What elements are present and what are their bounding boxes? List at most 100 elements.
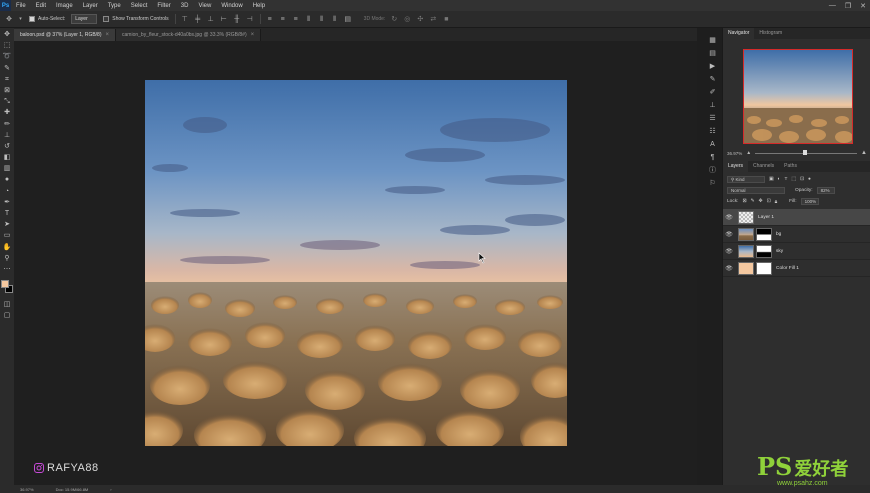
menu-image[interactable]: Image [51,3,78,9]
properties-icon[interactable]: ☷ [709,127,715,136]
distribute-top-icon[interactable]: ≡ [266,16,274,23]
lock-artboard-icon[interactable]: ⊡ [767,199,771,204]
distribute-right-icon[interactable]: ⦀ [331,16,339,23]
navigator-preview[interactable] [743,49,853,144]
3d-pan-icon[interactable]: ✣ [416,16,424,23]
filter-smart-object-icon[interactable]: ⊡ [800,177,804,182]
menu-edit[interactable]: Edit [31,3,51,9]
close-button[interactable]: ✕ [860,2,866,10]
tab-histogram[interactable]: Histogram [754,28,787,39]
frame-tool-icon[interactable]: ⊠ [2,86,12,96]
crop-tool-icon[interactable]: ⌗ [2,75,12,85]
type-tool-icon[interactable]: T [2,209,12,219]
filter-pixel-icon[interactable]: ▣ [769,177,774,182]
distribute-center-icon[interactable]: ≡ [279,16,287,23]
menu-filter[interactable]: Filter [152,3,175,9]
tab-camion[interactable]: camion_by_fleur_stock-d40a0bs.jpg @ 33.3… [116,29,262,41]
healing-brush-tool-icon[interactable]: ✚ [2,108,12,118]
layer-row-layer-1[interactable]: 👁︎ Layer 1 [723,209,870,226]
distribute-left-icon[interactable]: ⦀ [305,16,313,23]
brush-settings-icon[interactable]: ✎ [710,75,716,84]
document-canvas[interactable] [145,80,567,446]
chevron-down-icon[interactable]: ▾ [18,16,23,23]
eyedropper-tool-icon[interactable]: ⤡ [2,97,12,107]
paragraph-icon[interactable]: ¶ [711,153,715,162]
hand-tool-icon[interactable]: ✋ [2,243,12,253]
eraser-tool-icon[interactable]: ◧ [2,153,12,163]
brush-tool-icon[interactable]: ✏ [2,120,12,130]
zoom-out-icon[interactable]: ▲ [746,150,751,156]
auto-select-option[interactable]: Auto-Select: [29,16,65,22]
close-icon[interactable]: × [251,32,255,38]
history-brush-tool-icon[interactable]: ↺ [2,142,12,152]
filter-shape-icon[interactable]: ⬚ [791,177,796,182]
character-icon[interactable]: A [710,140,715,149]
menu-help[interactable]: Help [248,3,270,9]
tab-channels[interactable]: Channels [748,161,779,172]
move-tool-icon[interactable]: ✥ [5,16,13,23]
gradient-tool-icon[interactable]: ▥ [2,164,12,174]
3d-roll-icon[interactable]: ◎ [403,16,411,23]
lock-pixels-icon[interactable]: ✎ [751,199,755,204]
3d-rotate-icon[interactable]: ↻ [390,16,398,23]
auto-align-icon[interactable]: ▤ [344,16,352,23]
menu-layer[interactable]: Layer [78,3,103,9]
dodge-tool-icon[interactable]: ◔ [2,187,12,197]
zoom-tool-icon[interactable]: ⚲ [2,254,12,264]
visibility-eye-icon[interactable]: 👁︎ [723,265,735,272]
lock-transparent-icon[interactable]: ⊠ [742,199,746,204]
filter-type-icon[interactable]: T [784,177,787,182]
zoom-readout[interactable]: 36.97% [20,487,34,492]
lock-position-icon[interactable]: ✥ [759,199,763,204]
tab-layers[interactable]: Layers [723,161,749,172]
align-top-icon[interactable]: ⊤ [181,16,189,23]
menu-view[interactable]: View [193,3,216,9]
visibility-eye-icon[interactable]: 👁︎ [723,231,735,238]
navigator-zoom-value[interactable]: 36.97% [727,151,742,156]
layer-row-sky[interactable]: 👁︎ sky [723,243,870,260]
auto-select-target-dropdown[interactable]: Layer [71,14,98,24]
tab-paths[interactable]: Paths [779,161,802,172]
align-horizontal-center-icon[interactable]: ╫ [233,16,241,23]
show-transform-checkbox[interactable] [103,16,110,22]
move-tool-icon[interactable]: ✥ [2,30,12,40]
tab-navigator[interactable]: Navigator [723,28,755,39]
distribute-bottom-icon[interactable]: ≡ [292,16,300,23]
tab-baloon[interactable]: baloon.psd @ 37% (Layer 1, RGB/8) × [14,29,117,41]
clone-stamp-tool-icon[interactable]: ⊥ [2,131,12,141]
menu-type[interactable]: Type [103,3,126,9]
zoom-slider[interactable] [755,149,858,155]
marquee-tool-icon[interactable]: ⬚ [2,41,12,51]
menu-select[interactable]: Select [126,3,153,9]
clone-source-icon[interactable]: ⊥ [709,101,715,110]
quick-mask-icon[interactable]: ◫ [2,300,12,310]
show-transform-option[interactable]: Show Transform Controls [103,16,169,22]
lock-all-icon[interactable]: 🔒︎ [775,199,778,205]
actions-play-icon[interactable]: ▶ [710,62,715,71]
lasso-tool-icon[interactable]: ➰ [2,52,12,62]
layer-filter-dropdown[interactable]: ⚲ Kind [727,176,765,183]
align-vertical-center-icon[interactable]: ╪ [194,16,202,23]
pen-tool-icon[interactable]: ✒ [2,198,12,208]
path-selection-tool-icon[interactable]: ➤ [2,220,12,230]
zoom-slider-handle[interactable] [803,149,808,155]
visibility-eye-icon[interactable]: 👁︎ [723,214,735,221]
visibility-eye-icon[interactable]: 👁︎ [723,248,735,255]
layer-row-color-fill-1[interactable]: 👁︎ Color Fill 1 [723,260,870,277]
auto-select-checkbox[interactable] [29,16,35,22]
blend-mode-dropdown[interactable]: Normal [727,187,785,194]
filter-adjustment-icon[interactable]: ◐ [778,177,781,182]
rectangle-tool-icon[interactable]: ▭ [2,231,12,241]
layer-comps-icon[interactable]: ▤ [709,49,716,58]
more-tools-icon[interactable]: ⋯ [2,265,12,275]
info-icon[interactable]: ⓘ [709,166,716,175]
layer-row-bg[interactable]: 👁︎ bg [723,226,870,243]
menu-file[interactable]: File [11,3,31,9]
fill-field[interactable]: 100% [800,198,819,205]
blur-tool-icon[interactable]: ● [2,175,12,185]
menu-3d[interactable]: 3D [176,3,194,9]
filter-toggle-icon[interactable]: ● [808,177,811,182]
distribute-middle-icon[interactable]: ⦀ [318,16,326,23]
screen-mode-icon[interactable]: ▢ [2,311,12,321]
3d-slide-icon[interactable]: ⇄ [429,16,437,23]
